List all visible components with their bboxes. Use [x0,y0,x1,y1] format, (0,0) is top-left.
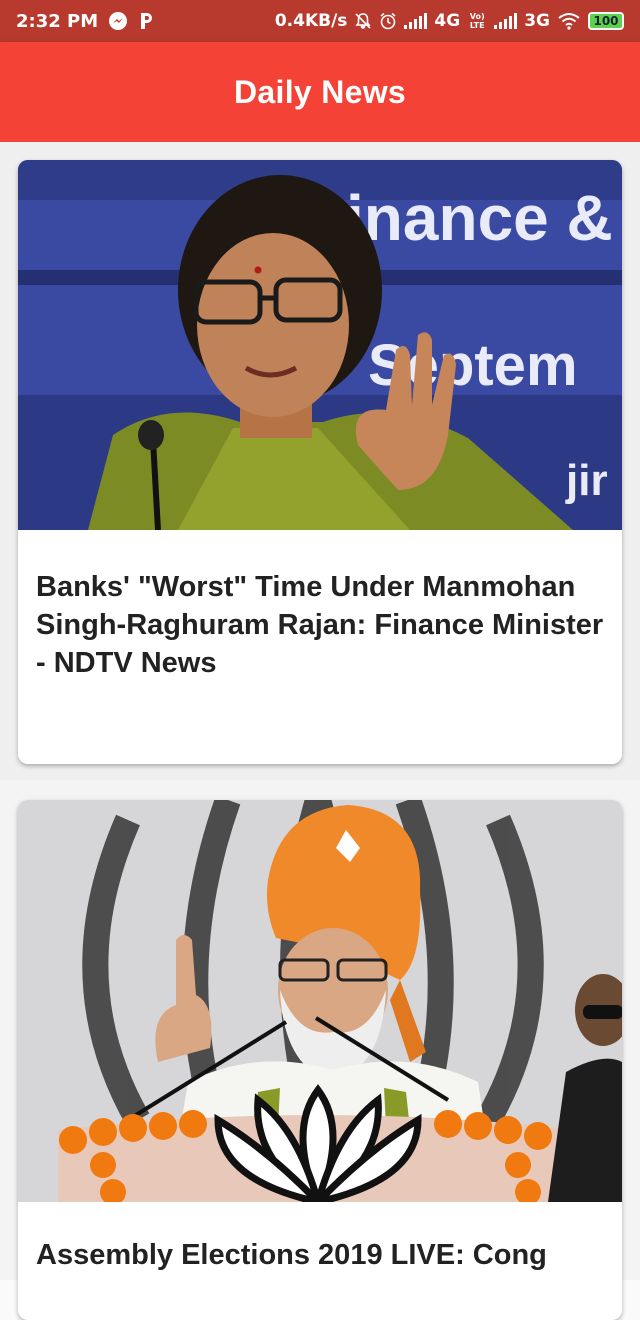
network-type-1: 4G [434,11,461,31]
news-card[interactable]: Assembly Elections 2019 LIVE: Cong [18,800,622,1320]
messenger-icon [108,11,128,31]
network-type-2: 3G [524,11,550,31]
app-bar: Daily News [0,42,640,142]
backdrop-text: inance & [346,182,613,254]
backdrop-text: jir [565,456,608,505]
news-image: inance & Septem jir [18,160,622,530]
news-image [18,800,622,1202]
news-card[interactable]: inance & Septem jir Banks' "Worst" Time … [18,160,622,764]
signal-icon [404,13,428,29]
news-title: Banks' "Worst" Time Under Manmohan Singh… [36,571,604,679]
app-title: Daily News [234,73,406,110]
network-speed: 0.4KB/s [274,11,348,31]
alarm-icon [379,12,397,30]
wifi-icon [557,12,581,30]
news-title: Assembly Elections 2019 LIVE: Cong [36,1239,547,1271]
status-bar: 2:32 PM 0.4KB/s 4G Vo) LTE 3G 100 [0,0,640,42]
signal-icon [494,13,518,29]
status-time: 2:32 PM [16,10,99,32]
battery-icon: 100 [588,12,624,30]
volte-badge: Vo) LTE [469,12,485,30]
mute-icon [354,12,372,30]
parking-app-icon [138,11,154,31]
